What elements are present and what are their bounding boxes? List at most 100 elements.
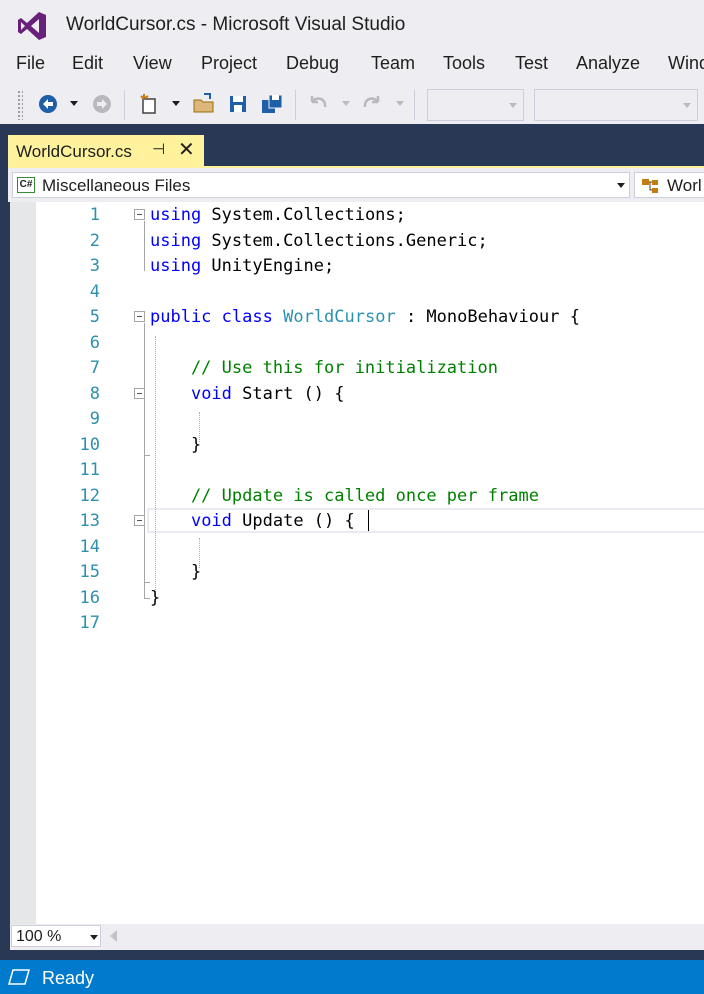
comment-token: // Update is called once per frame [150,485,539,506]
line-number: 5 [89,307,100,327]
line-number: 3 [89,256,100,276]
code-text: using System.Collections.Generic; [150,231,488,251]
menu-project[interactable]: Project [201,53,257,74]
code-text: } [150,562,201,582]
redo-dropdown-icon[interactable] [396,101,404,106]
code-line[interactable]: 5 public class WorldCursor : MonoBehaviou… [10,305,704,330]
scroll-left-icon[interactable] [110,930,117,942]
code-text: } [150,588,160,608]
line-number: 11 [79,460,100,480]
menu-test[interactable]: Test [515,53,548,74]
keyword-token: using [150,256,202,276]
pin-icon[interactable]: ⊣ [152,140,165,158]
code-line[interactable]: 11 [10,458,704,483]
menu-edit[interactable]: Edit [72,53,103,74]
chevron-down-icon [683,103,691,108]
forward-icon[interactable] [90,92,114,116]
toolbar-separator [295,90,296,120]
chevron-down-icon [90,935,98,940]
menu-file[interactable]: File [16,53,45,74]
type-token: WorldCursor [283,307,396,327]
menu-view[interactable]: View [133,53,172,74]
chevron-down-icon [509,103,517,108]
code-line[interactable]: 9 [10,407,704,432]
code-line[interactable]: 7 // Use this for initialization [10,356,704,381]
code-line[interactable]: 3 using UnityEngine; [10,254,704,279]
line-number: 12 [79,485,100,506]
standard-toolbar [0,84,704,124]
menu-analyze[interactable]: Analyze [576,53,640,74]
code-text: // Update is called once per frame [150,486,539,506]
csharp-file-icon: C# [17,177,35,193]
code-token: System.Collections.Generic; [201,230,488,251]
code-token: Start () { [231,383,345,404]
line-number: 4 [89,281,100,302]
new-project-dropdown-icon[interactable] [172,101,180,106]
project-dropdown-value: Miscellaneous Files [42,176,191,195]
back-dropdown-icon[interactable] [70,101,78,106]
toolbar-grip[interactable] [17,90,23,120]
keyword-token: class [221,307,273,327]
status-text: Ready [42,968,95,988]
undo-icon[interactable] [306,92,330,116]
keyword-token: using [150,205,202,225]
menu-tools[interactable]: Tools [443,53,485,74]
code-token: System.Collections; [201,205,406,225]
code-token: } [150,562,202,582]
code-line[interactable]: 8 void Start () { [10,382,704,407]
code-line[interactable]: 1 using System.Collections; [10,203,704,228]
redo-icon[interactable] [360,92,384,116]
code-line[interactable]: 4 [10,280,704,305]
menu-bar: File Edit View Project Debug Team Tools … [0,50,704,78]
menu-team[interactable]: Team [371,53,415,74]
code-line[interactable]: 17 [10,611,704,636]
editor-bottom-bar: 100 % [10,924,704,950]
close-icon[interactable]: ✕ [178,137,195,162]
code-line[interactable]: 15 } [10,560,704,585]
visual-studio-logo-icon [18,12,46,40]
save-all-icon[interactable] [260,92,284,116]
line-number: 10 [79,434,100,455]
solution-configurations-dropdown[interactable] [427,89,524,121]
tab-worldcursor-cs[interactable]: WorldCursor.cs ⊣ ✕ [8,135,204,167]
project-dropdown[interactable]: C# Miscellaneous Files [12,172,630,198]
code-line[interactable]: 6 [10,331,704,356]
code-line[interactable]: 13 void Update () { [10,509,704,534]
code-line[interactable]: 14 [10,535,704,560]
line-number: 17 [79,613,100,633]
keyword-token: public [150,307,212,327]
solution-platforms-dropdown[interactable] [534,89,698,121]
chevron-down-icon [617,183,625,188]
open-file-icon[interactable] [192,92,216,116]
class-icon [642,179,658,193]
code-text: void Update () { [150,511,355,531]
menu-window[interactable]: Wind [668,53,704,74]
line-number: 15 [79,562,100,582]
toolbar-separator [124,90,125,120]
menu-debug[interactable]: Debug [286,53,339,74]
back-icon[interactable] [36,92,60,116]
save-icon[interactable] [226,92,250,116]
code-line[interactable]: 10 } [10,433,704,458]
code-text: public class WorldCursor : MonoBehaviour… [150,307,580,327]
code-text: } [150,435,201,455]
code-editor[interactable]: 1 using System.Collections; 2 using System.… [10,202,704,924]
code-line[interactable]: 16} [10,586,704,611]
new-project-icon[interactable] [138,92,162,116]
keyword-token: void [190,511,232,531]
zoom-dropdown[interactable]: 100 % [11,925,101,947]
text-caret [368,510,369,531]
status-bar: Ready [0,960,704,994]
type-dropdown-value: Worl [667,176,702,195]
status-icon [8,969,30,985]
type-dropdown[interactable]: Worl [634,172,704,198]
title-bar: WorldCursor.cs - Microsoft Visual Studio [0,0,704,50]
navigation-bar: C# Miscellaneous Files Worl [8,168,704,202]
undo-dropdown-icon[interactable] [342,101,350,106]
line-number: 7 [89,358,100,378]
code-line[interactable]: 2 using System.Collections.Generic; [10,229,704,254]
code-line[interactable]: 12 // Update is called once per frame [10,484,704,509]
